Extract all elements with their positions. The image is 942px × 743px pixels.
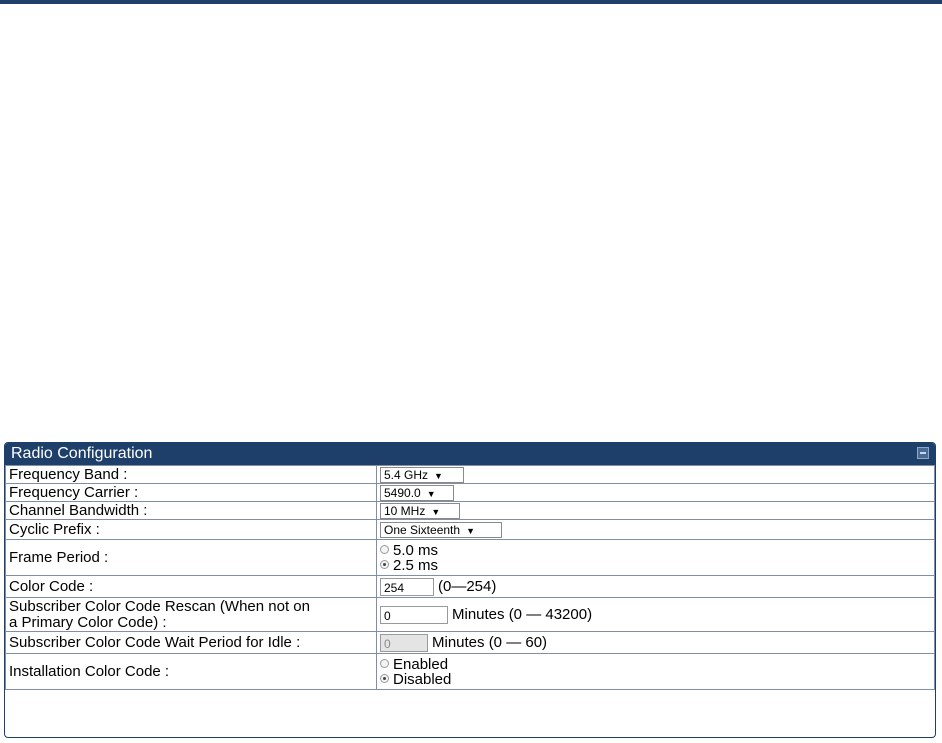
channel-bandwidth-label: Channel Bandwidth :: [5, 501, 377, 520]
row-installation-color-code: Installation Color Code : Enabled Disabl…: [5, 653, 935, 690]
frequency-carrier-select[interactable]: 5490.0 ▼: [380, 484, 454, 501]
frame-period-label: Frame Period :: [5, 539, 377, 576]
dropdown-arrow-icon: ▼: [466, 525, 475, 536]
wait-period-input: 0: [380, 633, 428, 652]
dropdown-arrow-icon: ▼: [431, 506, 441, 517]
rescan-label-line2: a Primary Color Code) :: [9, 613, 167, 631]
radio-configuration-panel: Radio Configuration Frequency Band : 5.4…: [4, 442, 936, 738]
panel-header: Radio Configuration: [5, 443, 935, 465]
installation-color-code-option-disabled[interactable]: Disabled: [380, 672, 934, 687]
radio-icon[interactable]: [380, 544, 389, 554]
row-rescan: Subscriber Color Code Rescan (When not o…: [5, 597, 935, 632]
frequency-carrier-value: 5490.0: [384, 485, 421, 500]
row-cyclic-prefix: Cyclic Prefix : One Sixteenth ▼: [5, 519, 935, 540]
channel-bandwidth-value: 10 MHz: [384, 503, 426, 518]
panel-title: Radio Configuration: [11, 445, 153, 462]
radio-checked-icon[interactable]: [380, 559, 389, 569]
installation-color-code-option-enabled[interactable]: Enabled: [380, 657, 934, 672]
config-table: Frequency Band : 5.4 GHz ▼ Frequency Carr…: [5, 465, 935, 690]
collapse-icon[interactable]: [917, 447, 929, 459]
row-frequency-band: Frequency Band : 5.4 GHz ▼: [5, 465, 935, 484]
frame-period-option-2-5ms-label: 2.5 ms: [393, 556, 439, 574]
row-frequency-carrier: Frequency Carrier : 5490.0 ▼: [5, 483, 935, 502]
color-code-input[interactable]: 254: [380, 577, 434, 596]
radio-icon[interactable]: [380, 658, 389, 668]
wait-period-hint: Minutes (0 — 60): [432, 633, 548, 651]
row-frame-period: Frame Period : 5.0 ms 2.5 ms: [5, 539, 935, 576]
frame-period-option-5ms[interactable]: 5.0 ms: [380, 543, 934, 558]
frequency-band-select[interactable]: 5.4 GHz ▼: [380, 466, 464, 483]
top-banner-strip: [0, 0, 942, 4]
frequency-band-value: 5.4 GHz: [384, 467, 429, 482]
frame-period-option-2-5ms[interactable]: 2.5 ms: [380, 558, 934, 573]
frequency-carrier-label: Frequency Carrier :: [5, 483, 377, 502]
wait-period-label: Subscriber Color Code Wait Period for Id…: [5, 631, 377, 654]
row-wait-period: Subscriber Color Code Wait Period for Id…: [5, 631, 935, 654]
rescan-hint: Minutes (0 — 43200): [452, 605, 593, 623]
color-code-hint: (0—254): [438, 577, 497, 595]
cyclic-prefix-label: Cyclic Prefix :: [5, 519, 377, 540]
installation-color-code-label: Installation Color Code :: [5, 653, 377, 690]
rescan-label: Subscriber Color Code Rescan (When not o…: [5, 597, 377, 632]
rescan-label-line1: Subscriber Color Code Rescan (When not o…: [9, 597, 310, 615]
dropdown-arrow-icon: ▼: [426, 488, 436, 499]
color-code-label: Color Code :: [5, 575, 377, 598]
cyclic-prefix-value: One Sixteenth: [384, 522, 461, 537]
channel-bandwidth-select[interactable]: 10 MHz ▼: [380, 502, 460, 519]
radio-checked-icon[interactable]: [380, 673, 389, 683]
frequency-band-label: Frequency Band :: [5, 465, 377, 484]
row-channel-bandwidth: Channel Bandwidth : 10 MHz ▼: [5, 501, 935, 520]
cyclic-prefix-select[interactable]: One Sixteenth ▼: [380, 521, 502, 538]
row-color-code: Color Code : 254 (0—254): [5, 575, 935, 598]
rescan-input[interactable]: 0: [380, 605, 448, 624]
installation-color-code-disabled-label: Disabled: [393, 670, 452, 688]
dropdown-arrow-icon: ▼: [434, 470, 443, 481]
